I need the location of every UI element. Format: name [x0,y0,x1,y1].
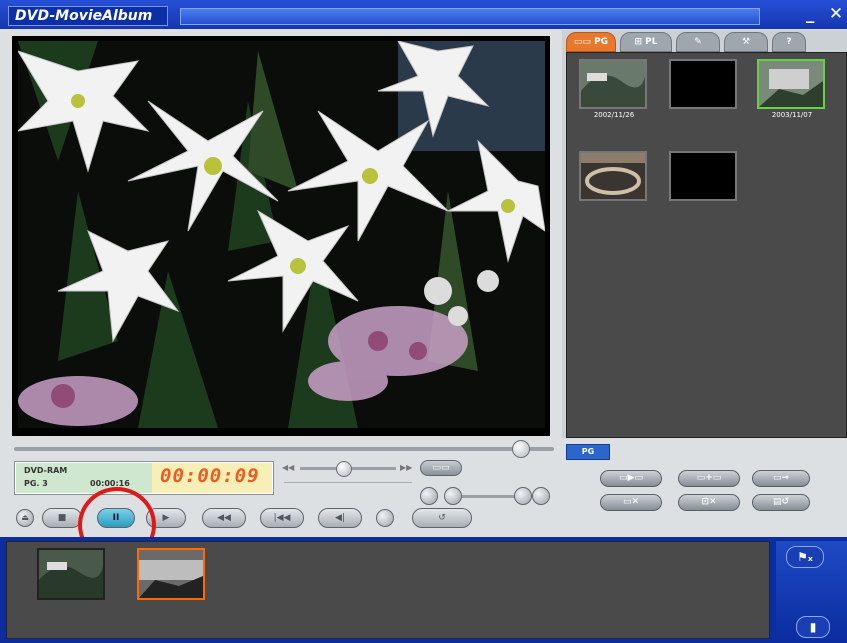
thumbnail-caption: 2002/11/26 [593,111,635,119]
video-preview[interactable] [18,41,545,428]
title-strip [180,8,760,25]
stop-icon: ■ [57,513,67,523]
chapter-buttons[interactable]: |◀◀ [260,508,304,528]
tab-help[interactable]: ? [772,32,806,52]
tab-edit[interactable]: ✎ [676,32,720,52]
mute-button[interactable] [420,487,438,505]
protect-program-button[interactable]: ▭⊸ [752,470,810,487]
title-bar: DVD-MovieAlbum _ ✕ [0,0,847,29]
video-image [18,41,545,428]
undo-button[interactable]: ▤↺ [752,494,810,511]
help-icon: ? [786,37,792,47]
media-type: DVD-RAM [24,466,68,475]
program-list: 2002/11/26 2003/11/07 [566,52,847,438]
program-thumbnail[interactable] [579,59,647,109]
delete-scene-button[interactable]: ⊡✕ [678,494,740,511]
window-controls: _ ✕ [780,4,846,26]
tab-tools[interactable]: ⚒ [724,32,768,52]
frame-step-buttons[interactable]: ◀| [318,508,362,528]
filmstrip-icon: ▭▭ [573,37,591,47]
delete-program-button[interactable]: ▭✕ [600,494,662,511]
repeat-icon: ↺ [438,513,446,523]
thumbnail-image [759,61,823,107]
combine-program-button[interactable]: ▭+▭ [678,470,740,487]
volume-up-button[interactable] [532,487,550,505]
eject-icon[interactable]: ⏏ [16,509,34,527]
volume-handle[interactable] [514,487,532,505]
play-icon: ▶ [162,513,170,523]
playlist-icon: ⊞ [634,37,643,47]
display-mode-button[interactable]: ▭▭ [420,460,462,476]
scene-clip[interactable] [37,548,105,600]
remove-scene-button[interactable]: ⚑ₓ [786,546,824,568]
tab-playlists[interactable]: ⊞ PL [620,32,672,52]
scene-list [6,541,770,639]
app-title: DVD-MovieAlbum [8,6,168,26]
step-button[interactable] [376,509,394,527]
speed-scale [284,482,412,483]
program-thumbnail[interactable] [757,59,825,109]
tab-programs[interactable]: ▭▭ PG [566,32,616,52]
tab-label: PL [645,37,658,47]
fast-icon: ▶▶ [400,463,413,472]
seek-bar[interactable] [14,447,554,451]
seek-handle[interactable] [512,440,530,458]
program-thumbnail[interactable] [669,59,737,109]
tools-icon: ⚒ [741,37,751,47]
close-button[interactable]: ✕ [826,4,846,24]
split-program-button[interactable]: ▭▶▭ [600,470,662,487]
media-info: DVD-RAM PG. 3 00:00:16 [16,463,152,493]
program-number: PG. 3 [24,479,48,488]
scene-clip[interactable] [137,548,205,600]
pencil-icon: ✎ [694,37,702,47]
thumbnail-image [581,153,645,199]
program-badge: PG [566,444,610,460]
slow-icon: ◀◀ [282,463,295,472]
program-thumbnail[interactable] [579,151,647,201]
rewind-button[interactable]: ◀◀ [202,508,246,528]
volume-down-button[interactable] [444,487,462,505]
program-thumbnail[interactable] [669,151,737,201]
thumbnail-image [581,61,645,107]
thumbnail-caption: 2003/11/07 [771,111,813,119]
tab-label: PG [594,37,609,47]
stop-button[interactable]: ■ [42,508,82,528]
clip-image [139,550,203,598]
minimize-button[interactable]: _ [800,4,820,24]
exit-button[interactable]: ▮ [796,616,830,638]
screen-icon: ▭▭ [432,463,450,473]
speed-handle[interactable] [336,461,352,477]
volume-slider[interactable] [462,495,518,498]
clip-image [39,550,103,598]
timecode: 00:00:09 [160,465,260,487]
repeat-button[interactable]: ↺ [412,508,472,528]
